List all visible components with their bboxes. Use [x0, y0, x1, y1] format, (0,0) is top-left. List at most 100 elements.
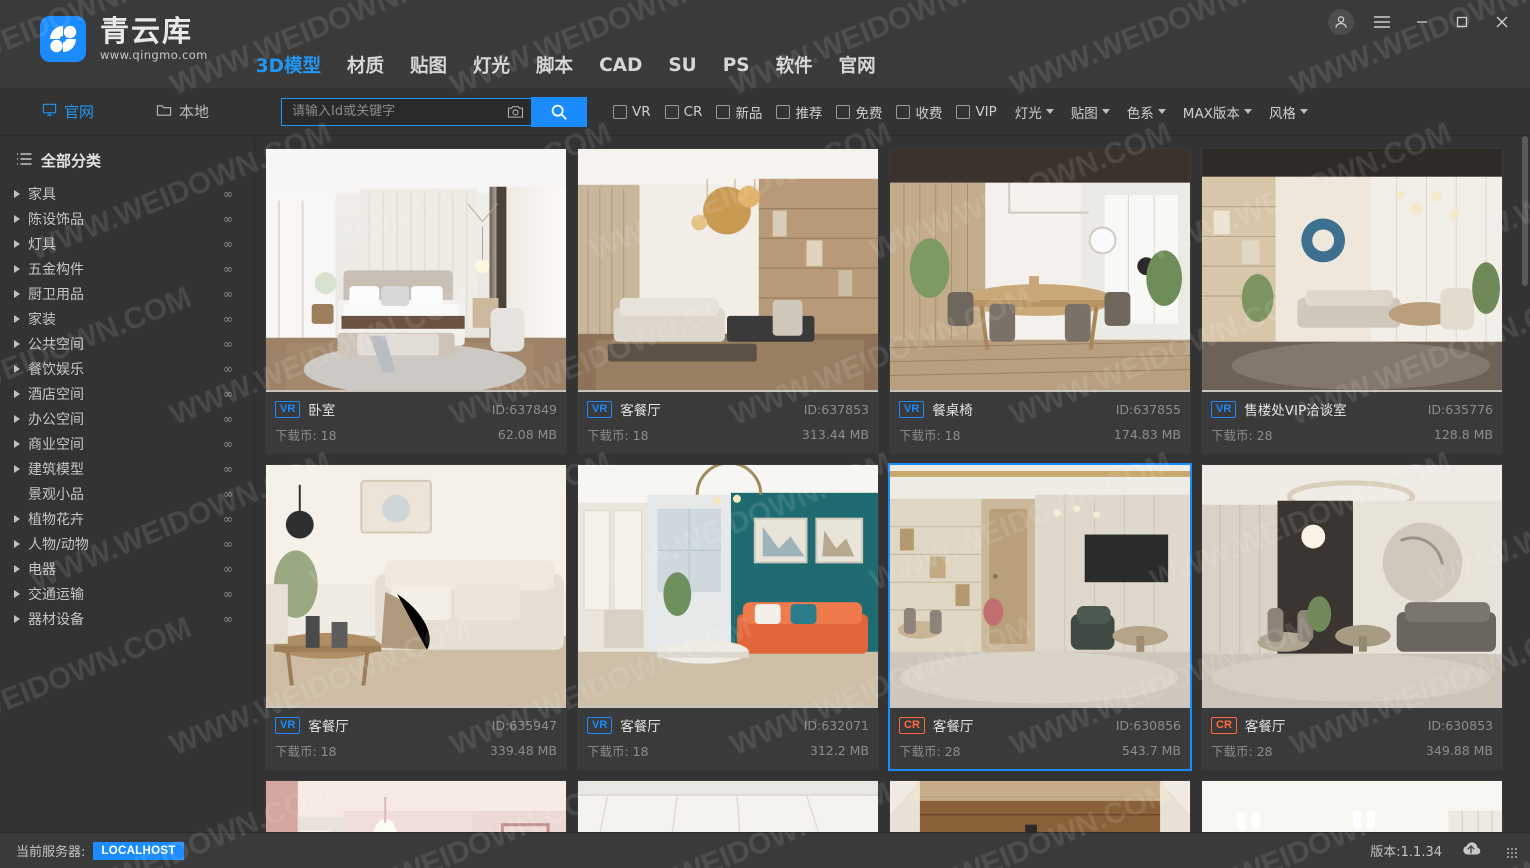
nav-item-software[interactable]: 软件: [776, 52, 813, 78]
dropdown-max-version[interactable]: MAX版本: [1183, 102, 1252, 122]
sidebar-item[interactable]: 餐饮娱乐 ∞: [0, 356, 254, 381]
result-thumbnail[interactable]: [578, 781, 878, 832]
result-card[interactable]: [577, 780, 879, 832]
checkbox-cr[interactable]: CR: [664, 104, 702, 120]
sidebar-item[interactable]: 商业空间 ∞: [0, 431, 254, 456]
tab-local[interactable]: 本地: [140, 88, 225, 136]
result-thumbnail[interactable]: [890, 465, 1190, 708]
result-card[interactable]: VR 餐桌椅 ID:637855 下载币: 18 174.83 MB: [889, 148, 1191, 454]
renderer-badge: VR: [587, 400, 613, 418]
checkbox-cr-box[interactable]: [664, 104, 679, 119]
checkbox-paid[interactable]: 收费: [896, 102, 942, 122]
nav-item-cad[interactable]: CAD: [599, 55, 642, 76]
nav-item-lighting[interactable]: 灯光: [473, 52, 510, 78]
sidebar-item[interactable]: 植物花卉 ∞: [0, 506, 254, 531]
result-coin: 下载币: 18: [275, 744, 337, 759]
result-card[interactable]: [889, 780, 1191, 832]
nav-item-ps[interactable]: PS: [723, 55, 750, 76]
sidebar-item[interactable]: 公共空间 ∞: [0, 331, 254, 356]
result-card[interactable]: CR 客餐厅 ID:630853 下载币: 28 349.88 MB: [1201, 464, 1503, 770]
nav-item-3d[interactable]: 3D模型: [256, 52, 321, 78]
result-card-selected[interactable]: CR 客餐厅 ID:630856 下载币: 28 543.7 MB: [888, 463, 1192, 771]
sidebar-item[interactable]: 陈设饰品 ∞: [0, 206, 254, 231]
minimize-button[interactable]: [1404, 5, 1440, 39]
close-button[interactable]: [1484, 5, 1520, 39]
maximize-button[interactable]: [1444, 5, 1480, 39]
dropdown-texture[interactable]: 贴图: [1071, 102, 1110, 122]
result-thumbnail[interactable]: [1202, 149, 1502, 392]
checkbox-new[interactable]: 新品: [716, 102, 762, 122]
checkbox-free-box[interactable]: [836, 104, 851, 119]
checkbox-vip-box[interactable]: [956, 104, 971, 119]
result-thumbnail[interactable]: [1202, 781, 1502, 832]
dropdown-style[interactable]: 风格: [1269, 102, 1308, 122]
result-thumbnail[interactable]: [890, 149, 1190, 392]
renderer-badge: VR: [587, 716, 613, 734]
result-thumbnail[interactable]: [890, 781, 1190, 832]
dropdown-color[interactable]: 色系: [1127, 102, 1166, 122]
result-id: ID:630856: [1115, 717, 1181, 733]
scrollbar-thumb[interactable]: [1522, 136, 1528, 286]
result-thumbnail[interactable]: [1202, 465, 1502, 708]
cloud-upload-icon[interactable]: [1460, 840, 1482, 862]
result-card[interactable]: [265, 780, 567, 832]
sidebar-item[interactable]: 景观小品 ∞: [0, 481, 254, 506]
checkbox-vip[interactable]: VIP: [956, 104, 997, 120]
result-id: ID:637855: [1115, 401, 1181, 417]
category-header[interactable]: 全部分类: [0, 142, 254, 181]
result-card[interactable]: [1201, 780, 1503, 832]
nav-item-texture[interactable]: 贴图: [410, 52, 447, 78]
tab-official-site[interactable]: 官网: [26, 88, 110, 136]
renderer-badge: CR: [899, 716, 925, 734]
sidebar-item[interactable]: 器材设备 ∞: [0, 606, 254, 631]
result-thumbnail[interactable]: [266, 781, 566, 832]
checkbox-recommend[interactable]: 推荐: [776, 102, 822, 122]
checkbox-new-box[interactable]: [716, 104, 731, 119]
result-thumbnail[interactable]: [578, 149, 878, 392]
sidebar-item[interactable]: 家装 ∞: [0, 306, 254, 331]
sidebar-item-label: 景观小品: [28, 486, 84, 503]
sidebar-item[interactable]: 酒店空间 ∞: [0, 381, 254, 406]
dropdown-lighting[interactable]: 灯光: [1015, 102, 1054, 122]
avatar[interactable]: [1328, 9, 1354, 35]
sidebar-item[interactable]: 办公空间 ∞: [0, 406, 254, 431]
sidebar-item[interactable]: 交通运输 ∞: [0, 581, 254, 606]
sidebar-item[interactable]: 灯具 ∞: [0, 231, 254, 256]
checkbox-vr-box[interactable]: [613, 104, 627, 119]
resize-grip[interactable]: [1506, 846, 1518, 859]
search-input[interactable]: [292, 104, 505, 119]
result-card[interactable]: VR 售楼处VIP洽谈室 ID:635776 下载币: 28 128.8 MB: [1201, 148, 1503, 454]
sidebar-item[interactable]: 厨卫用品 ∞: [0, 281, 254, 306]
nav-item-script[interactable]: 脚本: [536, 52, 573, 78]
search-button[interactable]: [531, 96, 587, 127]
result-card[interactable]: VR 客餐厅 ID:637853 下载币: 18 313.44 MB: [577, 148, 879, 454]
sidebar-item[interactable]: 五金构件 ∞: [0, 256, 254, 281]
camera-icon[interactable]: [505, 102, 525, 122]
sidebar-item-count: ∞: [223, 286, 233, 301]
sidebar-item[interactable]: 人物/动物 ∞: [0, 531, 254, 556]
search-box[interactable]: [281, 97, 531, 126]
search-area: [281, 96, 587, 127]
result-card[interactable]: VR 客餐厅 ID:632071 下载币: 18 312.2 MB: [577, 464, 879, 770]
nav-item-su[interactable]: SU: [668, 55, 696, 76]
sidebar-item[interactable]: 家具 ∞: [0, 181, 254, 206]
nav-item-website[interactable]: 官网: [839, 52, 876, 78]
sidebar-item[interactable]: 电器 ∞: [0, 556, 254, 581]
result-thumbnail[interactable]: [266, 149, 566, 392]
checkbox-recommend-box[interactable]: [776, 104, 791, 119]
result-thumbnail[interactable]: [578, 465, 878, 708]
checkbox-vr[interactable]: VR: [613, 104, 651, 120]
result-card[interactable]: VR 客餐厅 ID:635947 下载币: 18 339.48 MB: [265, 464, 567, 770]
nav-item-material[interactable]: 材质: [347, 52, 384, 78]
result-thumbnail[interactable]: [266, 465, 566, 708]
renderer-badge: VR: [899, 400, 925, 418]
sidebar-item[interactable]: 建筑模型 ∞: [0, 456, 254, 481]
checkbox-free[interactable]: 免费: [836, 102, 882, 122]
title-bar: 青云库 www.qingmo.com 3D模型 材质 贴图 灯光 脚本 CAD …: [0, 0, 1530, 88]
server-value[interactable]: LOCALHOST: [93, 841, 184, 860]
menu-icon[interactable]: [1364, 5, 1400, 39]
result-meta: VR 售楼处VIP洽谈室 ID:635776 下载币: 28 128.8 MB: [1202, 392, 1502, 453]
checkbox-paid-box[interactable]: [896, 104, 911, 119]
results-scrollbar[interactable]: [1522, 136, 1528, 832]
result-card[interactable]: VR 卧室 ID:637849 下载币: 18 62.08 MB: [265, 148, 567, 454]
